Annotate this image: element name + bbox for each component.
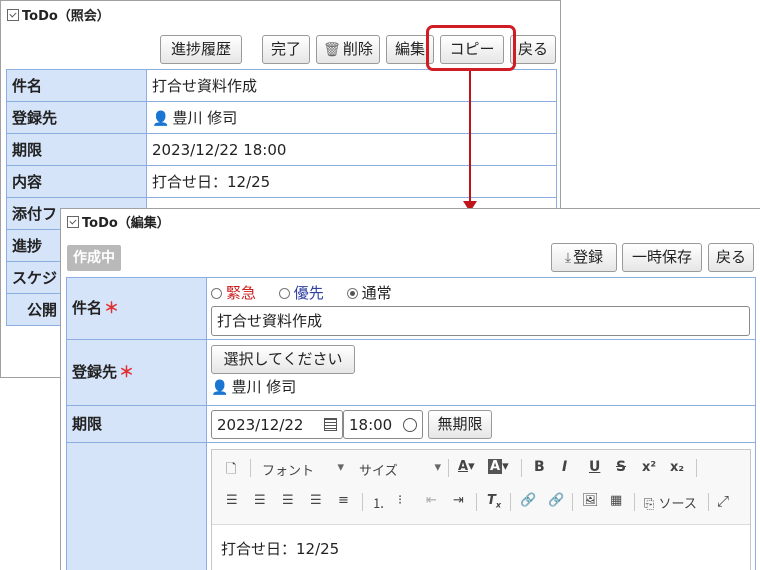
assignee-person: 👤 豊川 修司	[211, 378, 297, 396]
rich-text-editor: 🗋 フォント ▾ サイズ ▾ A▾ A ▾ B I U S x² x₂ ☰ ☰ ☰ ☰…	[211, 449, 751, 570]
copy-button-highlight	[426, 25, 516, 71]
link-icon[interactable]: 🔗	[520, 493, 536, 508]
todo-checkbox-icon	[67, 216, 79, 228]
download-icon: ⤓	[564, 250, 572, 266]
no-limit-button[interactable]: 無期限	[428, 410, 492, 439]
back-button[interactable]: 戻る	[510, 35, 556, 64]
indent-icon[interactable]: ⇥	[453, 493, 464, 508]
table-icon[interactable]: ▦	[610, 493, 622, 508]
subject-input[interactable]: 打合せ資料作成	[211, 306, 750, 336]
table-row: 内容 打合せ日：12/25	[6, 165, 557, 198]
due-label: 期限	[6, 133, 147, 166]
due-date-input[interactable]: 2023/12/22	[211, 410, 343, 439]
text-color-icon[interactable]: A▾	[458, 459, 475, 474]
table-row: 件名 打合せ資料作成	[6, 69, 557, 102]
align-left-icon[interactable]: ☰	[226, 493, 238, 508]
todo-edit-panel: ToDo（編集） 作成中 ⤓ 登録 一時保存 戻る 件名＊ 緊急 優先 通常 打合…	[60, 208, 760, 570]
due-time-input[interactable]: 18:00	[343, 410, 423, 439]
required-mark: ＊	[104, 299, 120, 317]
size-dropdown[interactable]: サイズ ▾	[359, 460, 441, 479]
numbered-list-icon[interactable]: ⒈	[372, 493, 385, 512]
status-badge: 作成中	[67, 245, 121, 271]
align-right-icon[interactable]: ☰	[282, 493, 294, 508]
progress-history-button[interactable]: 進捗履歴	[160, 35, 242, 64]
calendar-icon[interactable]	[324, 418, 337, 431]
priority-group: 緊急 優先 通常	[211, 283, 392, 303]
complete-button[interactable]: 完了	[262, 35, 310, 64]
required-mark: ＊	[119, 363, 135, 381]
due-label-cell: 期限	[66, 405, 207, 443]
assignee-label-cell: 登録先＊	[66, 339, 207, 406]
assignee-value: 👤 豊川 修司	[146, 101, 557, 134]
editor-content: 打合せ日：12/25	[221, 540, 340, 558]
select-assignee-button[interactable]: 選択してください	[211, 345, 355, 374]
source-button[interactable]: ⎘ ソース	[644, 493, 697, 512]
content-label-cell	[66, 442, 207, 570]
delete-button[interactable]: 🗑 削除	[316, 35, 380, 64]
table-row: 期限 2023/12/22 18:00	[6, 133, 557, 166]
underline-icon[interactable]: U	[589, 459, 600, 475]
justify-icon[interactable]: ☰	[310, 493, 322, 508]
content-label: 内容	[6, 165, 147, 198]
content-value: 打合せ日：12/25	[146, 165, 557, 198]
priority-normal-radio[interactable]: 通常	[346, 284, 392, 302]
due-value: 2023/12/22 18:00	[146, 133, 557, 166]
strikethrough-icon[interactable]: S	[616, 459, 626, 475]
align-center-icon[interactable]: ☰	[254, 493, 266, 508]
view-panel-title: ToDo（照会）	[7, 9, 110, 24]
arrow-line	[469, 71, 471, 202]
subject-label: 件名	[72, 299, 103, 317]
italic-icon[interactable]: I	[562, 459, 567, 475]
todo-checkbox-icon	[7, 9, 19, 21]
subject-label-cell: 件名＊	[66, 277, 207, 340]
image-icon[interactable]: 🖼	[582, 493, 599, 508]
person-icon: 👤	[211, 380, 229, 396]
table-row: 登録先 👤 豊川 修司	[6, 101, 557, 134]
bold-icon[interactable]: B	[534, 459, 545, 475]
outdent-icon[interactable]: ⇤	[426, 493, 437, 508]
source-icon: ⎘	[644, 497, 655, 512]
clock-icon[interactable]	[403, 418, 417, 432]
register-button[interactable]: ⤓ 登録	[551, 243, 617, 272]
clear-format-icon[interactable]: Tx	[487, 493, 501, 510]
person-icon: 👤	[152, 111, 170, 127]
line-height-icon[interactable]: ≡	[338, 493, 349, 508]
assignee-label: 登録先	[6, 101, 147, 134]
bg-color-icon[interactable]: A ▾	[488, 459, 509, 474]
maximize-icon[interactable]: ⤢	[717, 492, 729, 510]
subscript-icon[interactable]: x₂	[670, 460, 684, 475]
unlink-icon[interactable]: 🔗	[548, 493, 564, 508]
superscript-icon[interactable]: x²	[642, 460, 656, 475]
bullet-list-icon[interactable]: ⁝	[398, 493, 402, 508]
font-dropdown[interactable]: フォント ▾	[262, 460, 344, 479]
document-icon[interactable]: 🗋	[226, 460, 236, 482]
priority-high-radio[interactable]: 優先	[278, 284, 324, 302]
edit-panel-title: ToDo（編集）	[67, 216, 170, 231]
trash-icon: 🗑	[323, 42, 341, 58]
back-button[interactable]: 戻る	[708, 243, 754, 272]
due-label: 期限	[72, 415, 103, 433]
priority-urgent-radio[interactable]: 緊急	[211, 284, 256, 302]
editor-content-area[interactable]: 打合せ日：12/25	[212, 524, 750, 570]
temp-save-button[interactable]: 一時保存	[622, 243, 702, 272]
subject-value: 打合せ資料作成	[146, 69, 557, 102]
assignee-label: 登録先	[72, 363, 118, 381]
subject-label: 件名	[6, 69, 147, 102]
